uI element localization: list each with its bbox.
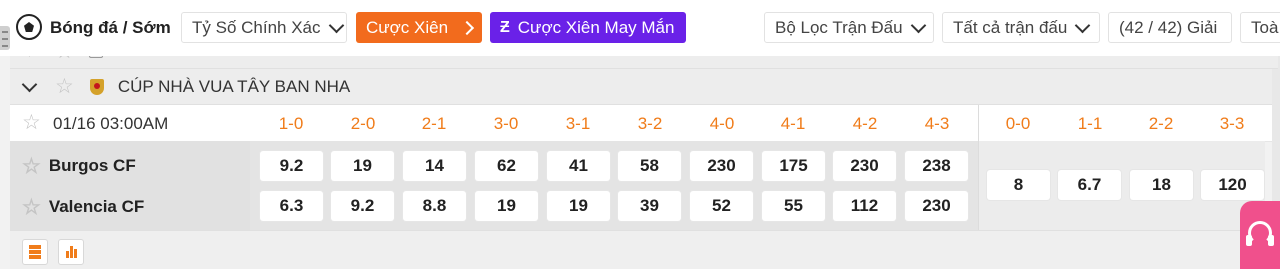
- odds-button[interactable]: 230: [833, 151, 896, 181]
- lucky-parlay-button[interactable]: Ƶ Cược Xiên May Mắn: [490, 12, 686, 43]
- home-team-row: ☆ Burgos CF: [10, 146, 250, 186]
- lucky-parlay-icon: Ƶ: [500, 18, 510, 36]
- league-row[interactable]: ☆ CÚP NHÀ VUA TÂY BAN NHA: [10, 69, 1278, 105]
- odds-button[interactable]: 6.3: [260, 191, 323, 221]
- favorite-star-icon[interactable]: ☆: [55, 76, 74, 97]
- market-dropdown-label: Tỷ Số Chính Xác: [192, 17, 321, 37]
- score-label: 4-3: [924, 114, 950, 133]
- home-team-name: Burgos CF: [48, 156, 136, 175]
- score-label: 4-0: [709, 114, 735, 133]
- match-datetime: 01/16 03:00AM: [53, 114, 169, 133]
- parlay-button-label: Cược Xiên: [366, 17, 449, 37]
- score-label: 2-2: [1148, 114, 1174, 133]
- score-label: 3-0: [493, 114, 519, 133]
- odds-button[interactable]: 230: [905, 191, 968, 221]
- truncated-tab[interactable]: Toà: [1240, 12, 1280, 43]
- odds-button[interactable]: 9.2: [331, 191, 394, 221]
- score-label: 1-0: [278, 114, 304, 133]
- odds-button[interactable]: 14: [403, 151, 466, 181]
- odds-button[interactable]: 8.8: [403, 191, 466, 221]
- side-menu-handle[interactable]: [0, 26, 10, 50]
- chevron-down-icon: [1075, 17, 1091, 33]
- league-count-label: (42 / 42) Giải: [1119, 17, 1218, 37]
- score-label: 3-2: [637, 114, 663, 133]
- score-label: 3-3: [1219, 114, 1245, 133]
- odds-button[interactable]: 112: [833, 191, 896, 221]
- score-label: 1-1: [1077, 114, 1103, 133]
- score-label: 2-1: [421, 114, 447, 133]
- odds-button[interactable]: 6.7: [1058, 170, 1121, 200]
- headset-ear-right: [1268, 235, 1274, 246]
- scrollbar[interactable]: [1272, 56, 1280, 206]
- odds-button[interactable]: 52: [690, 191, 753, 221]
- odds-button[interactable]: 41: [547, 151, 610, 181]
- score-label: 4-2: [852, 114, 878, 133]
- headset-icon[interactable]: [1240, 201, 1280, 269]
- score-label: 2-0: [350, 114, 376, 133]
- favorite-star-icon[interactable]: ☆: [22, 156, 41, 177]
- parlay-button[interactable]: Cược Xiên: [356, 12, 482, 43]
- soccer-ball-icon: [16, 14, 42, 40]
- all-matches-dropdown[interactable]: Tất cả trận đấu: [942, 12, 1100, 43]
- match-teams: ☆ Burgos CF ☆ Valencia CF: [10, 141, 250, 230]
- league-name: CÚP NHÀ VUA TÂY BAN NHA: [117, 76, 351, 96]
- lucky-parlay-label: Cược Xiên May Mắn: [517, 17, 675, 37]
- away-team-row: ☆ Valencia CF: [10, 187, 250, 227]
- odds-button[interactable]: 230: [690, 151, 753, 181]
- score-label: 0-0: [1005, 114, 1031, 133]
- score-label: 4-1: [780, 114, 806, 133]
- odds-button[interactable]: 9.2: [260, 151, 323, 181]
- odds-button[interactable]: 8: [987, 170, 1050, 200]
- correct-score-odds: 9.2 19 14 62 41 58 230 175 230 238 6.3 9…: [250, 141, 978, 230]
- odds-button[interactable]: 58: [618, 151, 681, 181]
- away-team-name: Valencia CF: [48, 197, 145, 216]
- odds-button[interactable]: 55: [762, 191, 825, 221]
- bar-chart-icon[interactable]: [58, 239, 84, 265]
- favorite-star-icon[interactable]: ☆: [22, 112, 41, 133]
- odds-button[interactable]: 120: [1201, 170, 1264, 200]
- top-toolbar: Bóng đá / Sớm Tỷ Số Chính Xác Cược Xiên …: [0, 0, 1280, 56]
- chevron-down-icon: [910, 17, 926, 33]
- score-label: 3-1: [565, 114, 591, 133]
- odds-button[interactable]: 19: [547, 191, 610, 221]
- copa-del-rey-icon: [89, 78, 104, 95]
- favorite-star-icon[interactable]: ☆: [22, 197, 41, 218]
- chevron-right-icon: [459, 20, 475, 35]
- page-title: Bóng đá / Sớm: [50, 17, 171, 37]
- headset-ear-left: [1246, 235, 1252, 246]
- draw-score-odds: 8 6.7 18 120: [979, 141, 1265, 230]
- truncated-tab-label: Toà: [1251, 17, 1279, 37]
- odds-button[interactable]: 175: [762, 151, 825, 181]
- score-header-row: ☆ 01/16 03:00AM 1-0 2-0 2-1 3-0 3-1 3-2 …: [10, 105, 1278, 142]
- odds-button[interactable]: 62: [475, 151, 538, 181]
- match-footer: [10, 230, 1278, 269]
- market-dropdown[interactable]: Tỷ Số Chính Xác: [181, 12, 347, 43]
- league-count-button[interactable]: (42 / 42) Giải: [1108, 12, 1232, 43]
- all-matches-label: Tất cả trận đấu: [953, 17, 1068, 37]
- odds-button[interactable]: 238: [905, 151, 968, 181]
- odds-button[interactable]: 19: [331, 151, 394, 181]
- chevron-down-icon[interactable]: [21, 76, 38, 92]
- odds-button[interactable]: 19: [475, 191, 538, 221]
- chevron-down-icon: [328, 17, 344, 33]
- match-filter-dropdown[interactable]: Bộ Lọc Trận Đấu: [764, 12, 934, 43]
- list-icon[interactable]: [22, 239, 48, 265]
- odds-button[interactable]: 18: [1130, 170, 1193, 200]
- odds-button[interactable]: 39: [618, 191, 681, 221]
- match-filter-label: Bộ Lọc Trận Đấu: [775, 17, 903, 37]
